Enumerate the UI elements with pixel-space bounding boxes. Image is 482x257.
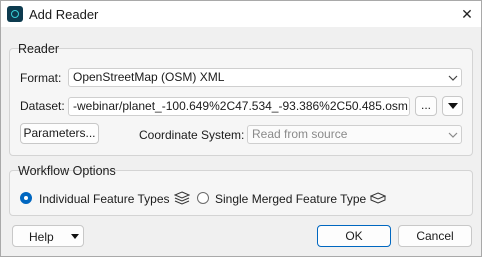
ok-button[interactable]: OK [317, 225, 391, 247]
single-merged-feature-type-label[interactable]: Single Merged Feature Type [215, 192, 366, 206]
individual-feature-types-radio[interactable] [20, 192, 32, 204]
coordinate-system-value: Read from source [252, 127, 348, 141]
single-merged-feature-type-radio[interactable] [197, 192, 209, 204]
parameters-button[interactable]: Parameters... [20, 123, 99, 144]
individual-feature-types-label[interactable]: Individual Feature Types [39, 192, 170, 206]
app-icon [7, 6, 23, 22]
cancel-button[interactable]: Cancel [398, 225, 472, 247]
dataset-value: -webinar/planet_-100.649%2C47.534_-93.38… [73, 99, 410, 113]
format-select[interactable]: OpenStreetMap (OSM) XML [68, 68, 462, 87]
browse-button[interactable]: ... [415, 96, 437, 116]
dataset-field[interactable]: -webinar/planet_-100.649%2C47.534_-93.38… [68, 97, 410, 116]
coordinate-system-label: Coordinate System: [139, 128, 245, 142]
help-button[interactable]: Help [12, 225, 84, 247]
add-reader-dialog: Add Reader ✕ Reader Format: OpenStreetMa… [0, 0, 482, 257]
chevron-down-icon[interactable] [448, 73, 458, 83]
feature-stack-icon [174, 191, 190, 205]
merged-feature-icon [370, 192, 386, 204]
close-icon[interactable]: ✕ [455, 3, 479, 25]
chevron-down-icon[interactable] [448, 130, 458, 140]
format-value: OpenStreetMap (OSM) XML [73, 70, 225, 84]
reader-group-title: Reader [18, 42, 59, 56]
dataset-label: Dataset: [20, 99, 65, 113]
dialog-title: Add Reader [29, 7, 99, 22]
dropdown-triangle-icon [71, 234, 79, 239]
help-label: Help [29, 230, 54, 244]
format-label: Format: [20, 71, 62, 85]
dropdown-triangle-icon [448, 103, 458, 109]
workflow-options-title: Workflow Options [18, 164, 116, 178]
title-bar: Add Reader ✕ [1, 1, 481, 27]
dataset-options-button[interactable] [442, 96, 463, 116]
coordinate-system-select[interactable]: Read from source [247, 125, 462, 144]
